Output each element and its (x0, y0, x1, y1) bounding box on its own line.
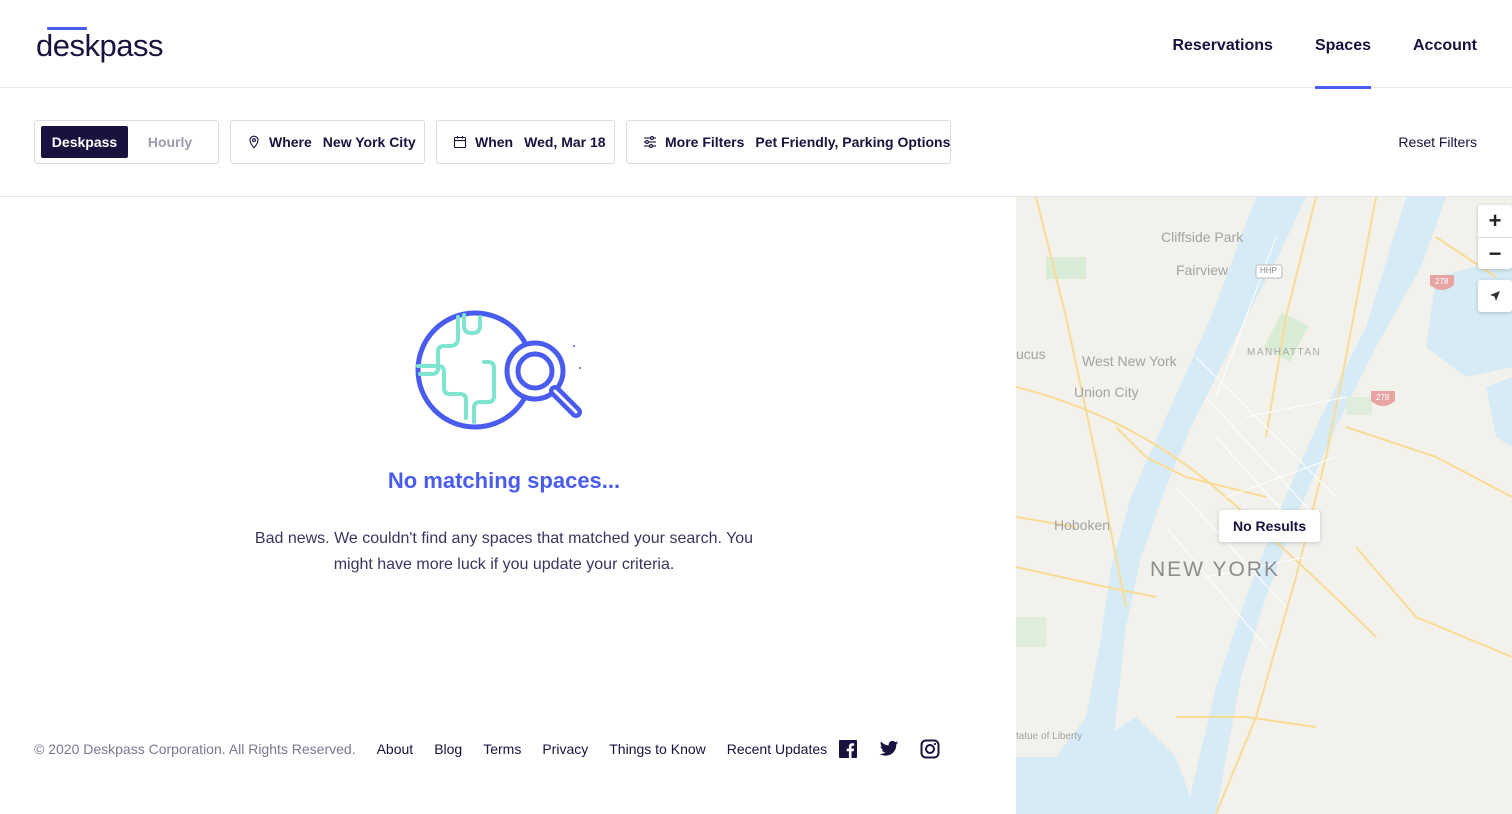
no-results-badge: No Results (1219, 510, 1321, 542)
map-label-i278-2: 278 (1376, 393, 1390, 402)
map-label-statue-of-liberty: tatue of Liberty (1016, 731, 1083, 742)
logo-text: deskpass (36, 28, 163, 63)
empty-state-title: No matching spaces... (387, 468, 621, 493)
where-label: Where (269, 134, 312, 150)
map-pin-icon (247, 135, 261, 149)
footer: © 2020 Deskpass Corporation. All Rights … (34, 738, 940, 760)
map-label-i278: 278 (1435, 277, 1449, 286)
when-filter-button[interactable]: When Wed, Mar 18 (436, 120, 615, 164)
main-nav: Reservations Spaces Account (1172, 0, 1477, 89)
more-filters-value: Pet Friendly, Parking Options (755, 134, 951, 150)
sliders-icon (643, 135, 657, 149)
mode-deskpass-button[interactable]: Deskpass (41, 126, 128, 158)
more-filters-button[interactable]: More Filters Pet Friendly, Parking Optio… (626, 120, 951, 164)
footer-link-terms[interactable]: Terms (483, 741, 521, 757)
twitter-icon[interactable] (879, 739, 899, 759)
locate-me-button[interactable] (1478, 280, 1512, 312)
when-value: Wed, Mar 18 (524, 134, 606, 150)
mode-hourly-button[interactable]: Hourly (133, 126, 207, 158)
reset-filters-link[interactable]: Reset Filters (1398, 134, 1477, 150)
zoom-in-button[interactable]: + (1478, 205, 1512, 237)
social-links (838, 739, 940, 759)
booking-mode-toggle: Deskpass Hourly (34, 120, 219, 164)
filter-bar: Deskpass Hourly Where New York City When… (0, 88, 1512, 197)
instagram-icon[interactable] (920, 739, 940, 759)
map-label-manhattan: MANHATTAN (1247, 347, 1322, 358)
facebook-icon[interactable] (838, 739, 858, 759)
map-label-new-york: NEW YORK (1150, 558, 1280, 581)
globe-search-icon (414, 308, 589, 438)
zoom-out-button[interactable]: − (1478, 237, 1512, 269)
more-filters-label: More Filters (665, 134, 745, 150)
footer-link-blog[interactable]: Blog (434, 741, 462, 757)
map-label-west-new-york: West New York (1082, 353, 1177, 369)
location-arrow-icon (1489, 290, 1501, 302)
map-label-fairview: Fairview (1176, 262, 1229, 278)
map-view[interactable]: Cliffside Park Fairview West New York Un… (1016, 197, 1512, 814)
empty-state-message: Bad news. We couldn't find any spaces th… (254, 530, 754, 573)
nav-account[interactable]: Account (1413, 0, 1477, 88)
zoom-controls: + − (1478, 205, 1512, 269)
nav-spaces[interactable]: Spaces (1314, 0, 1372, 89)
map-label-hhp: HHP (1260, 266, 1277, 275)
copyright-text: © 2020 Deskpass Corporation. All Rights … (34, 741, 356, 757)
top-header: deskpass Reservations Spaces Account (0, 0, 1512, 89)
calendar-icon (453, 135, 467, 149)
map-label-cliffside-park: Cliffside Park (1161, 229, 1244, 245)
when-label: When (475, 134, 514, 150)
footer-link-things-to-know[interactable]: Things to Know (609, 741, 706, 757)
where-value: New York City (322, 134, 416, 150)
nav-reservations[interactable]: Reservations (1172, 0, 1273, 88)
footer-link-privacy[interactable]: Privacy (542, 741, 588, 757)
map-label-hoboken: Hoboken (1054, 517, 1111, 533)
map-label-secaucus-partial: ucus (1016, 346, 1046, 362)
where-filter-button[interactable]: Where New York City (230, 120, 425, 164)
footer-link-recent-updates[interactable]: Recent Updates (727, 741, 827, 757)
map-label-union-city: Union City (1074, 384, 1139, 400)
map-tiles (1016, 197, 1512, 814)
footer-link-about[interactable]: About (377, 741, 414, 757)
